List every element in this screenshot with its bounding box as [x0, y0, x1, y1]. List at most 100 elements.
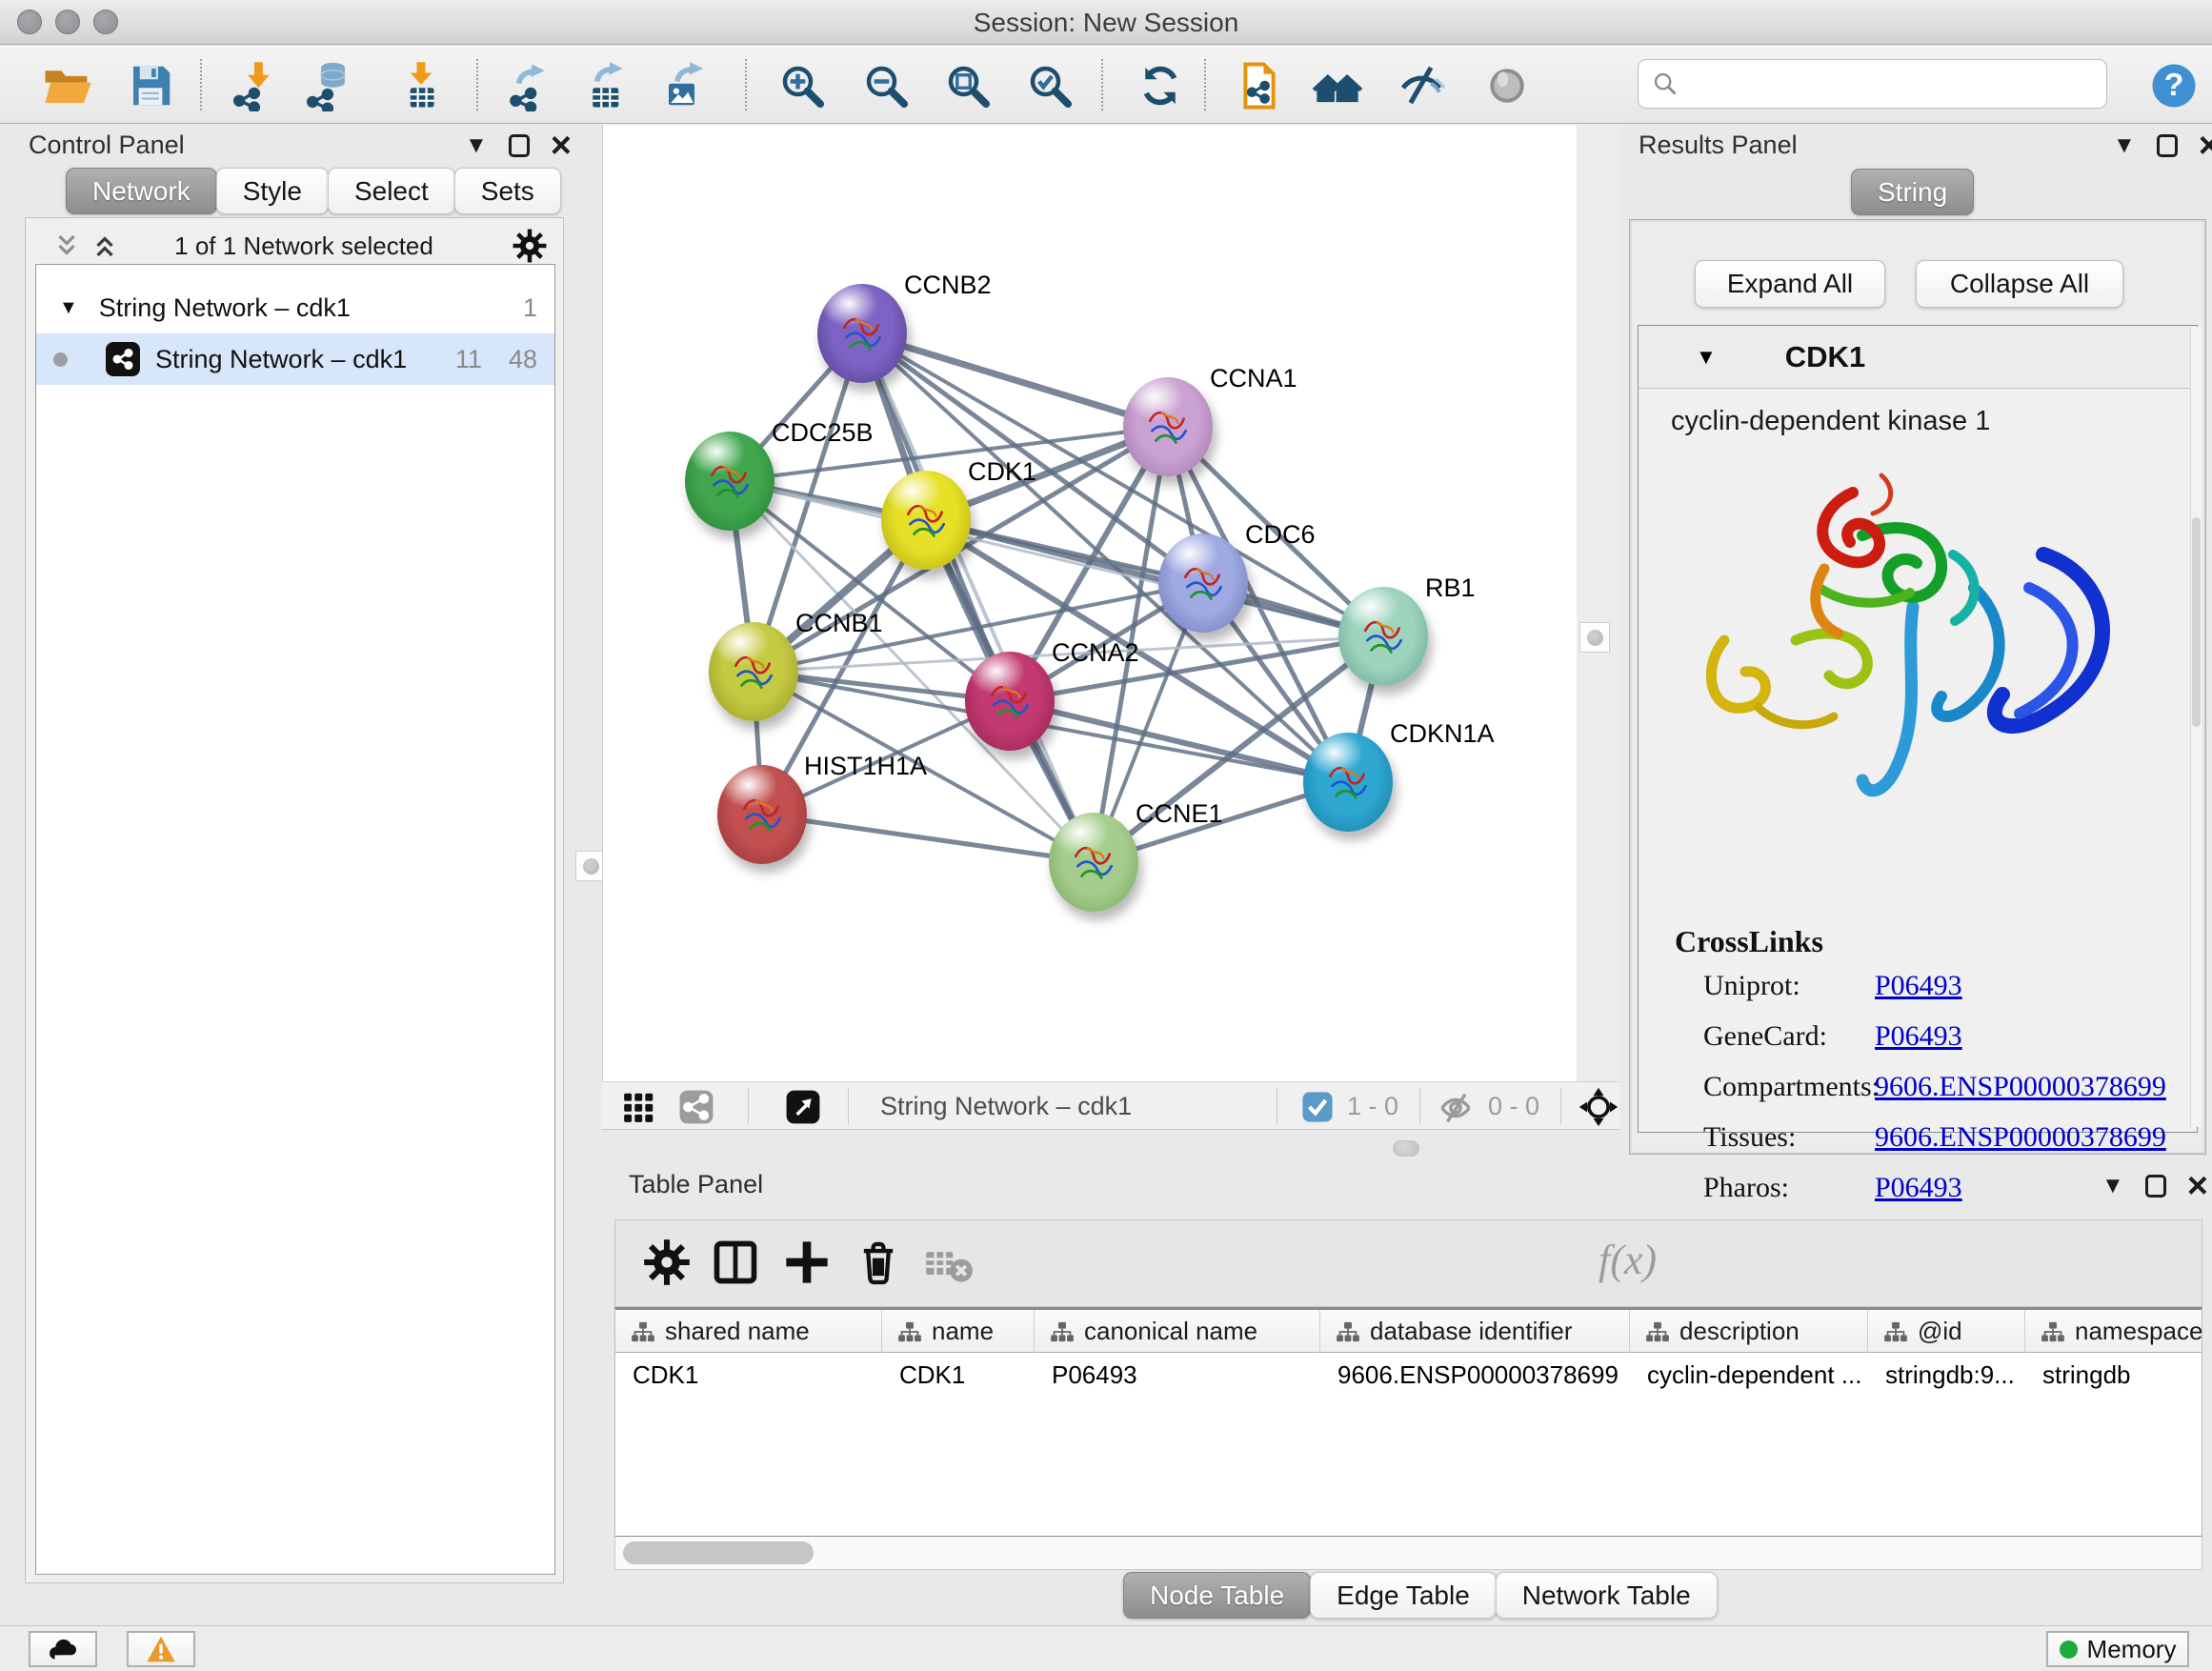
- panel-menu-caret-icon[interactable]: ▼: [2113, 134, 2136, 157]
- tab-style[interactable]: Style: [216, 168, 329, 214]
- table-scrollbar-thumb[interactable]: [623, 1541, 814, 1564]
- tab-edge-table[interactable]: Edge Table: [1310, 1572, 1497, 1619]
- show-eye-button[interactable]: [1478, 57, 1536, 114]
- panel-close-icon[interactable]: ×: [2187, 1172, 2208, 1200]
- edge-HIST1H1A-CCNE1[interactable]: [762, 815, 1094, 862]
- column-header-databaseidentifier[interactable]: database identifier: [1320, 1310, 1630, 1353]
- zoom-fit-button[interactable]: [939, 57, 996, 114]
- node-CDC25B[interactable]: [685, 432, 774, 531]
- node-CCNB2[interactable]: [817, 284, 907, 383]
- export-table-button[interactable]: [579, 57, 636, 114]
- gear-icon[interactable]: [642, 1238, 692, 1287]
- panel-menu-caret-icon[interactable]: ▼: [2101, 1175, 2124, 1198]
- right-splitter-handle[interactable]: [1579, 622, 1610, 653]
- node-CDK1[interactable]: [881, 471, 971, 570]
- gear-icon[interactable]: [512, 228, 548, 264]
- collapse-all-button[interactable]: Collapse All: [1916, 260, 2123, 308]
- export-image-button[interactable]: [657, 57, 714, 114]
- node-CDC6[interactable]: [1158, 534, 1248, 633]
- collapse-all-chevron-icon[interactable]: [52, 232, 81, 260]
- delete-column-icon[interactable]: [854, 1238, 903, 1287]
- horizontal-splitter-handle[interactable]: [1393, 1140, 1419, 1157]
- edge-CCNB2-CCNE1[interactable]: [862, 333, 1094, 862]
- tab-network[interactable]: Network: [66, 168, 217, 214]
- crosslink-link[interactable]: 9606.ENSP00000378699: [1875, 1121, 2166, 1154]
- tab-string[interactable]: String: [1851, 169, 1974, 215]
- tab-node-table[interactable]: Node Table: [1123, 1572, 1311, 1619]
- node-CDKN1A[interactable]: [1303, 733, 1393, 832]
- gene-section-header[interactable]: ▼ CDK1: [1639, 326, 2197, 389]
- cell-canonicalname[interactable]: P06493: [1035, 1353, 1320, 1397]
- home-button[interactable]: [1309, 57, 1366, 114]
- help-button[interactable]: ?: [2145, 57, 2202, 114]
- crosslink-link[interactable]: P06493: [1875, 970, 1962, 1002]
- column-header-sharedname[interactable]: shared name: [615, 1310, 882, 1353]
- file-share-button[interactable]: [1231, 57, 1288, 114]
- section-collapse-icon[interactable]: ▼: [1696, 345, 1717, 370]
- panel-menu-caret-icon[interactable]: ▼: [465, 134, 488, 157]
- panel-float-icon[interactable]: [509, 134, 530, 157]
- zoom-out-button[interactable]: [857, 57, 915, 114]
- import-network-database-button[interactable]: [300, 57, 357, 114]
- tab-select[interactable]: Select: [328, 168, 455, 214]
- cell-sharedname[interactable]: CDK1: [615, 1353, 882, 1397]
- table-row[interactable]: CDK1CDK1P064939606.ENSP00000378699cyclin…: [615, 1353, 2202, 1397]
- cell-id[interactable]: stringdb:9...: [1868, 1353, 2025, 1397]
- search-input[interactable]: [1638, 59, 2107, 109]
- cell-databaseidentifier[interactable]: 9606.ENSP00000378699: [1320, 1353, 1630, 1397]
- crosslink-link[interactable]: P06493: [1875, 1172, 1962, 1204]
- birdseye-view-icon[interactable]: [785, 1089, 821, 1125]
- zoom-in-button[interactable]: [774, 57, 831, 114]
- cell-name[interactable]: CDK1: [882, 1353, 1035, 1397]
- memory-button[interactable]: Memory: [2046, 1631, 2189, 1667]
- table-horizontal-scrollbar[interactable]: [614, 1536, 2202, 1570]
- node-CCNA2[interactable]: [965, 652, 1055, 751]
- results-scrollbar-thumb[interactable]: [2192, 517, 2201, 727]
- tab-network-table[interactable]: Network Table: [1496, 1572, 1718, 1619]
- save-session-button[interactable]: [122, 57, 179, 114]
- cloud-status-button[interactable]: [29, 1631, 97, 1667]
- grid-view-icon[interactable]: [621, 1089, 657, 1125]
- network-canvas[interactable]: CCNB2CCNA1CDC25BCDK1CDC6RB1CCNB1CCNA2CDK…: [602, 125, 1577, 1081]
- zoom-selected-button[interactable]: [1021, 57, 1078, 114]
- add-column-icon[interactable]: [782, 1238, 832, 1287]
- node-table[interactable]: shared namenamecanonical namedatabase id…: [614, 1307, 2202, 1536]
- node-HIST1H1A[interactable]: [717, 765, 807, 864]
- node-CCNB1[interactable]: [709, 622, 798, 721]
- column-header-description[interactable]: description: [1630, 1310, 1868, 1353]
- open-session-button[interactable]: [38, 57, 95, 114]
- node-CCNA1[interactable]: [1123, 377, 1213, 476]
- warning-status-button[interactable]: [127, 1631, 195, 1667]
- network-row-selected[interactable]: String Network – cdk1 11 48: [36, 333, 554, 385]
- panel-float-icon[interactable]: [2157, 134, 2178, 157]
- refresh-button[interactable]: [1132, 57, 1189, 114]
- panel-float-icon[interactable]: [2145, 1175, 2166, 1198]
- expand-all-button[interactable]: Expand All: [1695, 260, 1885, 308]
- edge-CCNB2-CCNA1[interactable]: [862, 333, 1168, 427]
- results-scrollbar[interactable]: [2190, 327, 2202, 1127]
- panel-close-icon[interactable]: ×: [551, 131, 572, 160]
- column-header-id[interactable]: @id: [1868, 1310, 2025, 1353]
- column-header-canonicalname[interactable]: canonical name: [1035, 1310, 1320, 1353]
- crosslink-link[interactable]: 9606.ENSP00000378699: [1875, 1071, 2166, 1103]
- crosslink-link[interactable]: P06493: [1875, 1020, 1962, 1053]
- column-header-name[interactable]: name: [882, 1310, 1035, 1353]
- panel-close-icon[interactable]: ×: [2199, 131, 2212, 160]
- show-columns-icon[interactable]: [711, 1238, 760, 1287]
- node-RB1[interactable]: [1338, 587, 1428, 686]
- import-network-file-button[interactable]: [227, 57, 284, 114]
- export-network-button[interactable]: [501, 57, 558, 114]
- fit-selection-crosshair-icon[interactable]: [1578, 1086, 1619, 1128]
- hidden-eye-icon[interactable]: [1437, 1090, 1475, 1126]
- selected-checkbox-icon[interactable]: [1301, 1091, 1334, 1123]
- import-table-file-button[interactable]: [392, 57, 450, 114]
- cell-description[interactable]: cyclin-dependent ...: [1630, 1353, 1868, 1397]
- network-collection-row[interactable]: ▼ String Network – cdk1 1: [36, 282, 554, 333]
- tree-expander-icon[interactable]: ▼: [59, 297, 78, 319]
- node-CCNE1[interactable]: [1049, 813, 1138, 912]
- tab-sets[interactable]: Sets: [454, 168, 561, 214]
- column-header-namespace[interactable]: namespace: [2025, 1310, 2202, 1353]
- hide-selected-button[interactable]: [1393, 57, 1450, 114]
- cell-namespace[interactable]: stringdb: [2025, 1353, 2202, 1397]
- network-badge-icon[interactable]: [678, 1089, 714, 1125]
